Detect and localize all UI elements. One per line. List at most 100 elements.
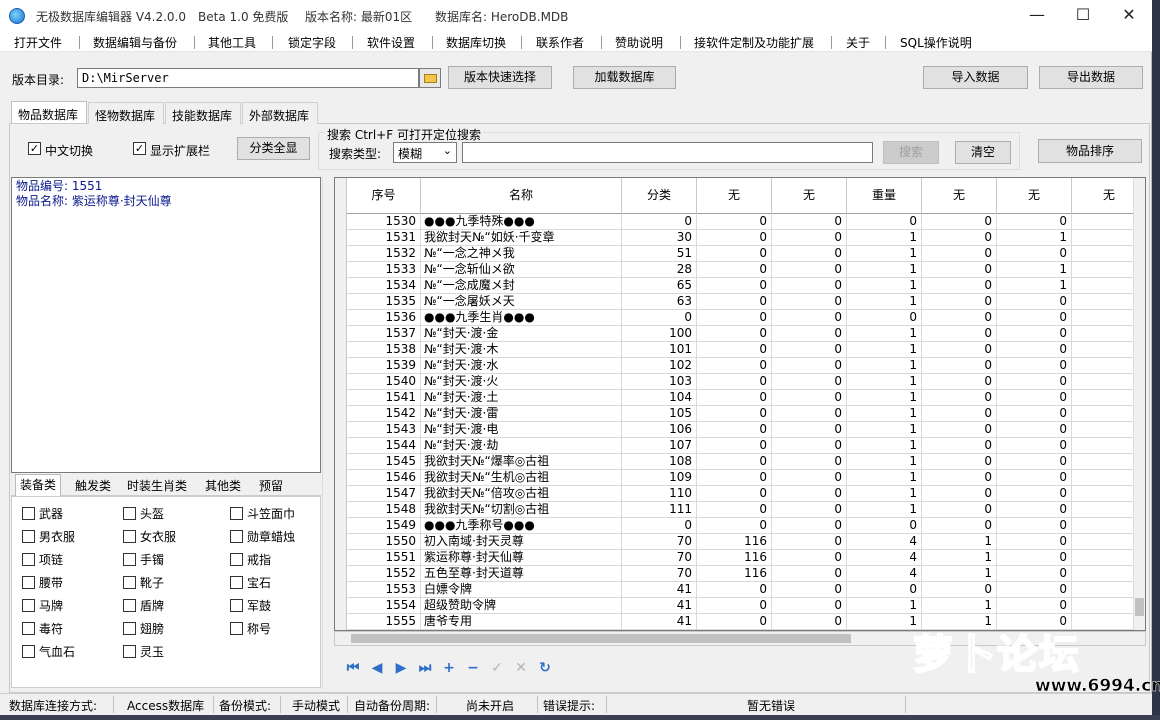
table-cell[interactable]: 0 (697, 406, 772, 422)
table-cell[interactable]: 1 (1072, 566, 1135, 582)
table-row[interactable]: 1533№“一念斩仙メ欲2800101016001 (335, 262, 1135, 278)
table-cell[interactable]: 0 (1072, 342, 1135, 358)
table-row[interactable]: 1541№“封天·渡·土10400100015990 (335, 390, 1135, 406)
table-cell[interactable]: 1552 (347, 566, 421, 582)
table-cell[interactable]: 0 (922, 502, 997, 518)
table-cell[interactable]: 1 (847, 342, 922, 358)
tab-trigger[interactable]: 触发类 (71, 476, 115, 495)
table-cell[interactable]: 0 (772, 390, 847, 406)
table-row[interactable]: 1549●●●九季称号●●●00000000 (335, 518, 1135, 534)
table-cell[interactable]: 0 (1072, 518, 1135, 534)
table-cell[interactable]: №“封天·渡·金 (421, 326, 622, 342)
table-cell[interactable]: 0 (772, 534, 847, 550)
table-row[interactable]: 1550初入南域·封天灵尊7011604101153 (335, 534, 1135, 550)
column-header[interactable]: 名称 (421, 178, 622, 214)
item-info-box[interactable]: 物品编号: 1551 物品名称: 紫运称尊·封天仙尊 (11, 177, 321, 473)
table-cell[interactable]: 0 (1072, 262, 1135, 278)
table-cell[interactable]: 0 (697, 422, 772, 438)
import-data-button[interactable]: 导入数据 (923, 66, 1028, 89)
category-horse-plate[interactable]: 马牌 (22, 597, 63, 614)
table-cell[interactable]: 104 (622, 390, 697, 406)
table-cell[interactable]: 0 (922, 262, 997, 278)
category-gem[interactable]: 宝石 (230, 574, 271, 591)
row-indicator[interactable] (335, 230, 347, 246)
checkbox[interactable] (230, 530, 243, 543)
table-cell[interactable]: 0 (697, 342, 772, 358)
category-male-clothes[interactable]: 男衣服 (22, 528, 75, 545)
table-cell[interactable]: 唐爷专用 (421, 614, 622, 630)
table-row[interactable]: 1532№“一念之神メ我5100100016000 (335, 246, 1135, 262)
table-cell[interactable]: 1 (847, 278, 922, 294)
table-cell[interactable]: 1542 (347, 406, 421, 422)
table-cell[interactable]: 1549 (347, 518, 421, 534)
show-all-categories-button[interactable]: 分类全显 (237, 137, 310, 160)
row-indicator[interactable] (335, 454, 347, 470)
menu-edit-backup[interactable]: 数据编辑与备份 (93, 34, 177, 51)
category-war-drum[interactable]: 军鼓 (230, 597, 271, 614)
checkbox[interactable] (230, 553, 243, 566)
table-cell[interactable]: 0 (622, 310, 697, 326)
table-cell[interactable]: 103 (622, 374, 697, 390)
category-necklace[interactable]: 项链 (22, 551, 63, 568)
table-cell[interactable]: 0 (697, 214, 772, 230)
table-cell[interactable]: 0 (997, 214, 1072, 230)
insert-record-icon[interactable]: + (440, 659, 458, 677)
table-cell[interactable]: 0 (1072, 374, 1135, 390)
tab-reserved[interactable]: 预留 (255, 476, 287, 495)
menu-open-file[interactable]: 打开文件 (14, 34, 62, 51)
table-cell[interactable]: 0 (922, 246, 997, 262)
category-belt[interactable]: 腰带 (22, 574, 63, 591)
table-cell[interactable]: 1538 (347, 342, 421, 358)
load-db-button[interactable]: 加载数据库 (573, 66, 676, 89)
table-cell[interactable]: 0 (697, 278, 772, 294)
table-cell[interactable]: 70 (622, 566, 697, 582)
table-cell[interactable]: 0 (697, 614, 772, 630)
row-indicator[interactable] (335, 278, 347, 294)
category-spirit-jade[interactable]: 灵玉 (123, 643, 164, 660)
table-cell[interactable]: 1533 (347, 262, 421, 278)
table-cell[interactable]: 0 (697, 326, 772, 342)
table-cell[interactable]: 0 (922, 214, 997, 230)
table-cell[interactable]: 0 (622, 214, 697, 230)
table-cell[interactable]: 0 (922, 390, 997, 406)
table-row[interactable]: 1553白嫖令牌4100000012618 (335, 582, 1135, 598)
table-cell[interactable]: 0 (997, 502, 1072, 518)
table-cell[interactable]: 1531 (347, 230, 421, 246)
table-cell[interactable]: 0 (697, 294, 772, 310)
table-cell[interactable]: 1 (922, 566, 997, 582)
table-cell[interactable]: 28 (622, 262, 697, 278)
table-cell[interactable]: 0 (922, 358, 997, 374)
menu-other-tools[interactable]: 其他工具 (208, 34, 256, 51)
table-cell[interactable]: 1 (847, 502, 922, 518)
table-cell[interactable]: 白嫖令牌 (421, 582, 622, 598)
table-cell[interactable]: 1 (922, 598, 997, 614)
table-cell[interactable]: 0 (697, 518, 772, 534)
checkbox[interactable] (123, 530, 136, 543)
row-indicator[interactable] (335, 342, 347, 358)
menu-switch-db[interactable]: 数据库切换 (446, 34, 506, 51)
table-cell[interactable]: 101 (622, 342, 697, 358)
table-cell[interactable]: 1 (997, 230, 1072, 246)
minimize-button[interactable]: — (1014, 0, 1060, 32)
table-cell[interactable]: 51 (622, 246, 697, 262)
tab-other[interactable]: 其他类 (201, 476, 245, 495)
table-cell[interactable]: 0 (697, 390, 772, 406)
table-cell[interactable]: №“封天·渡·水 (421, 358, 622, 374)
table-cell[interactable]: 1 (922, 534, 997, 550)
table-cell[interactable]: 1 (922, 550, 997, 566)
column-header[interactable]: 重量 (847, 178, 922, 214)
row-indicator[interactable] (335, 374, 347, 390)
table-cell[interactable]: 0 (697, 486, 772, 502)
row-indicator[interactable] (335, 438, 347, 454)
table-cell[interactable]: 我欲封天№“切割◎古祖 (421, 502, 622, 518)
table-cell[interactable]: 0 (997, 390, 1072, 406)
checkbox[interactable] (230, 576, 243, 589)
category-title[interactable]: 称号 (230, 620, 271, 637)
table-cell[interactable]: 1541 (347, 390, 421, 406)
table-cell[interactable]: 0 (922, 342, 997, 358)
table-cell[interactable]: 0 (772, 358, 847, 374)
grid-vertical-scrollbar[interactable] (1133, 178, 1145, 630)
table-cell[interactable]: 63 (622, 294, 697, 310)
table-cell[interactable]: 0 (997, 358, 1072, 374)
table-cell[interactable]: 0 (622, 518, 697, 534)
